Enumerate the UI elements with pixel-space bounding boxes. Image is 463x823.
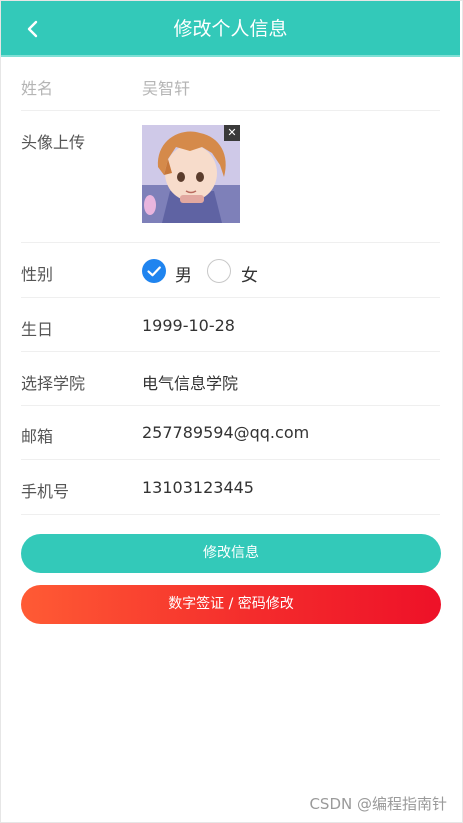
top-nav-bar: 修改个人信息 [1, 1, 460, 57]
gender-label: 性别 [21, 265, 54, 284]
birthday-label: 生日 [21, 320, 54, 339]
email-row[interactable]: 邮箱 257789594@qq.com [21, 406, 440, 460]
phone-field[interactable]: 13103123445 [142, 478, 254, 497]
close-icon: ✕ [227, 126, 237, 139]
birthday-value[interactable]: 1999-10-28 [142, 316, 235, 335]
signature-password-button[interactable]: 数字签证 / 密码修改 [21, 585, 441, 624]
update-info-button[interactable]: 修改信息 [21, 534, 441, 573]
phone-label: 手机号 [21, 482, 70, 501]
email-field[interactable]: 257789594@qq.com [142, 423, 309, 442]
watermark-text: CSDN @编程指南针 [309, 795, 447, 813]
chevron-left-icon [27, 20, 38, 38]
avatar-row: 头像上传 ✕ [21, 111, 440, 243]
gender-male-radio[interactable] [142, 259, 166, 283]
gender-female-label[interactable]: 女 [241, 261, 258, 286]
avatar-label: 头像上传 [21, 133, 86, 152]
remove-avatar-button[interactable]: ✕ [224, 125, 240, 141]
college-value[interactable]: 电气信息学院 [142, 370, 238, 394]
name-label: 姓名 [21, 79, 54, 98]
gender-row: 性别 男 女 [21, 243, 440, 298]
gender-female-radio[interactable] [207, 259, 231, 283]
college-row[interactable]: 选择学院 电气信息学院 [21, 352, 440, 406]
name-row: 姓名 吴智轩 [21, 58, 440, 111]
phone-row[interactable]: 手机号 13103123445 [21, 460, 440, 515]
college-label: 选择学院 [21, 374, 86, 393]
birthday-row[interactable]: 生日 1999-10-28 [21, 298, 440, 352]
name-value: 吴智轩 [142, 79, 191, 98]
gender-male-label[interactable]: 男 [175, 261, 192, 286]
checkmark-icon [147, 266, 161, 277]
back-button[interactable] [19, 15, 47, 43]
email-label: 邮箱 [21, 427, 54, 446]
page-title: 修改个人信息 [173, 18, 288, 40]
